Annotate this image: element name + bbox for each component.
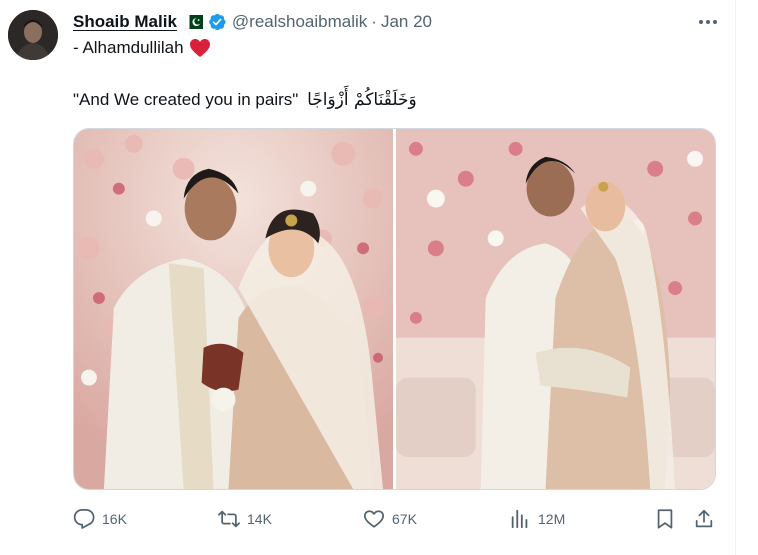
tweet-text: - Alhamdullilah [73, 38, 184, 57]
tweet[interactable]: Shoaib Malik @realshoaibmalik · Jan 20 -… [0, 0, 735, 555]
reply-icon [73, 508, 95, 529]
share-icon [695, 509, 713, 528]
quote-english: "And We created you in pairs" [73, 90, 299, 109]
bookmark-button[interactable] [654, 504, 676, 534]
red-heart-icon [189, 38, 211, 58]
tweet-quote-line: "And We created you in pairs" وَخَلَقْنَ… [73, 90, 417, 110]
views-button[interactable]: 12M [509, 504, 565, 534]
author-avatar[interactable] [8, 10, 58, 60]
like-icon [363, 510, 385, 528]
author-handle[interactable]: @realshoaibmalik [232, 12, 367, 32]
like-button[interactable]: 67K [363, 504, 417, 534]
post-date[interactable]: Jan 20 [381, 12, 432, 32]
views-icon [511, 509, 528, 529]
repost-icon [218, 510, 240, 528]
photo-1[interactable] [74, 129, 393, 489]
action-bar: 16K 14K 67K 12M [73, 504, 721, 534]
quote-arabic: وَخَلَقْنَاكُمْ أَزْوَاجًا [307, 90, 417, 110]
verified-badge-icon[interactable] [207, 12, 227, 32]
reply-count: 16K [102, 511, 127, 527]
header-separator: · [371, 12, 377, 31]
author-name[interactable]: Shoaib Malik [73, 12, 177, 32]
bookmark-icon [657, 509, 673, 529]
share-button[interactable] [693, 504, 715, 534]
repost-count: 14K [247, 511, 272, 527]
more-options-icon[interactable] [696, 12, 720, 32]
tweet-text-line: - Alhamdullilah [73, 38, 211, 58]
tweet-header: Shoaib Malik @realshoaibmalik · Jan 20 [73, 10, 432, 34]
like-count: 67K [392, 511, 417, 527]
reply-button[interactable]: 16K [73, 504, 127, 534]
photo-2[interactable] [396, 129, 715, 489]
media-grid [73, 128, 716, 490]
repost-button[interactable]: 14K [218, 504, 272, 534]
column-divider [735, 0, 736, 555]
views-count: 12M [538, 511, 566, 527]
pakistan-flag-icon [184, 14, 203, 30]
